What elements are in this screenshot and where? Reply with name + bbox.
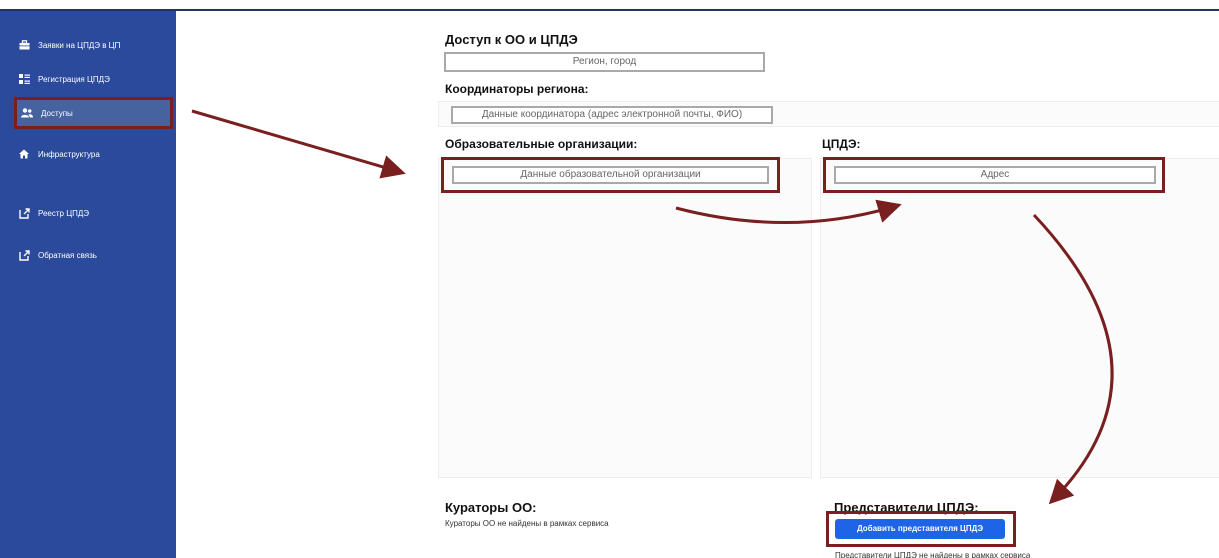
annotation-arrows — [191, 109, 1114, 505]
arrow-address-to-button — [1032, 213, 1114, 505]
arrow-org-to-address — [675, 199, 902, 224]
arrow-to-org — [191, 109, 406, 179]
